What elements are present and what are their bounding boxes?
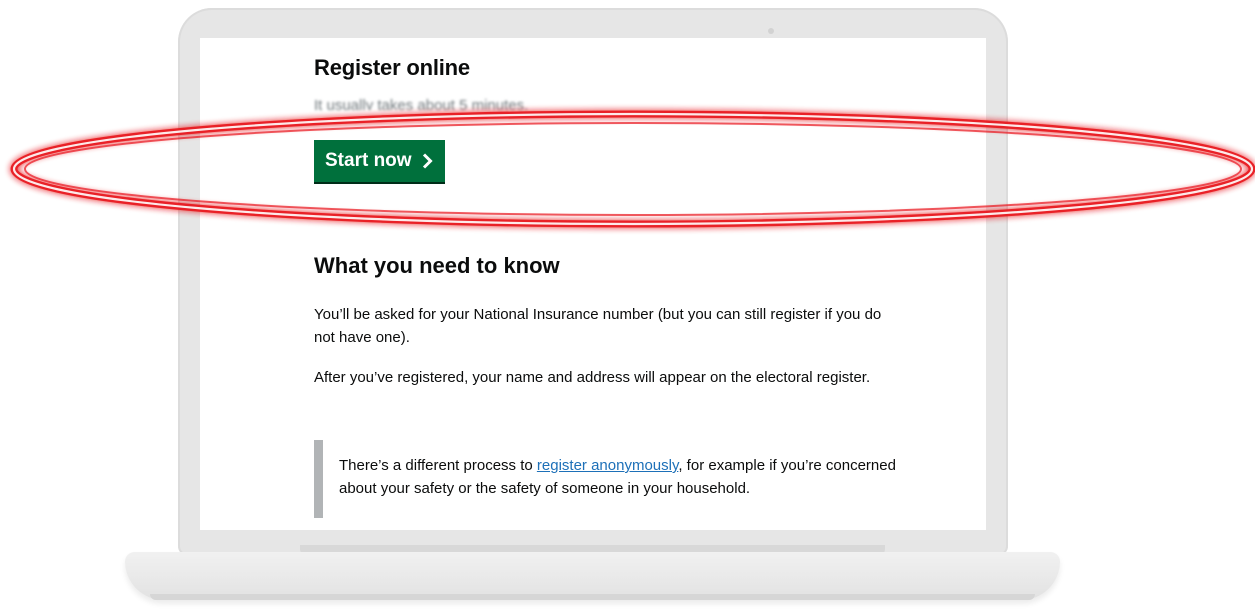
- laptop-screen: Register online It usually takes about 5…: [200, 38, 986, 530]
- register-anonymously-link[interactable]: register anonymously: [537, 457, 678, 474]
- inset-text: There’s a different process to register …: [314, 440, 904, 518]
- start-now-button[interactable]: Start now: [314, 140, 445, 182]
- what-you-need-heading: What you need to know: [314, 253, 560, 278]
- electoral-register-paragraph: After you’ve registered, your name and a…: [314, 369, 871, 386]
- national-insurance-paragraph: You’ll be asked for your National Insura…: [314, 306, 882, 346]
- laptop-camera: [768, 28, 774, 34]
- chevron-right-icon: [422, 153, 433, 169]
- laptop-base-edge: [150, 594, 1035, 600]
- start-now-label: Start now: [325, 150, 412, 171]
- stage: Register online It usually takes about 5…: [0, 0, 1255, 610]
- laptop-base: [125, 552, 1060, 600]
- page-content: Register online It usually takes about 5…: [314, 54, 914, 518]
- register-online-heading: Register online: [314, 55, 470, 80]
- duration-text: It usually takes about 5 minutes.: [314, 97, 529, 110]
- inset-text-before: There’s a different process to: [339, 457, 537, 474]
